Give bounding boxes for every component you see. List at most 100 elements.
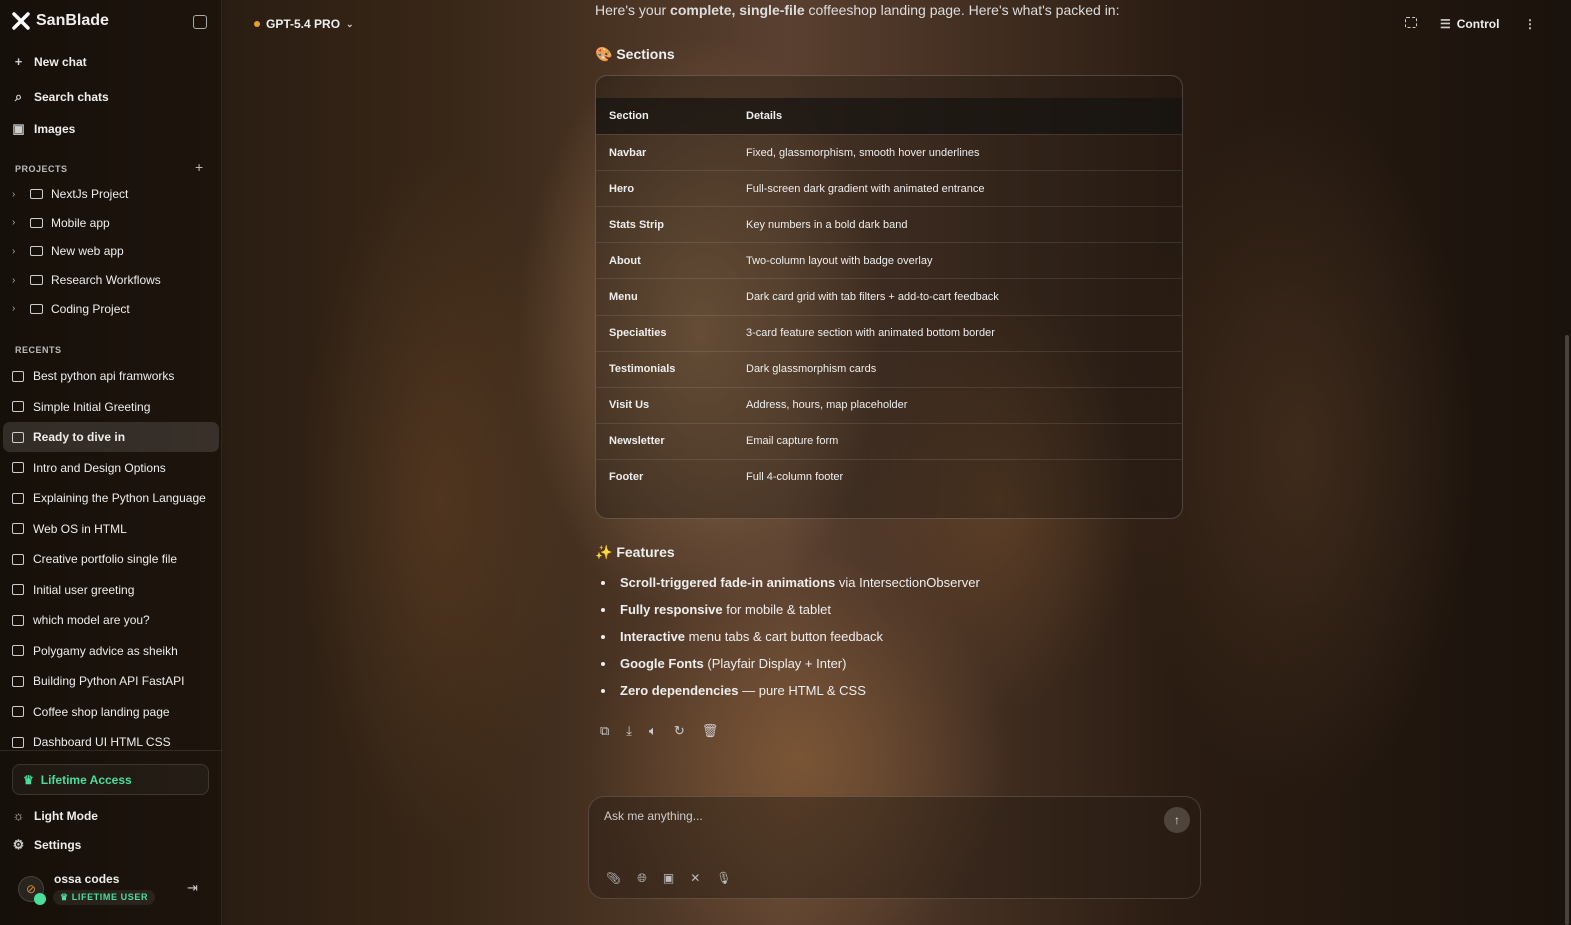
recent-chat-item[interactable]: which model are you?: [3, 605, 219, 635]
recent-chat-item[interactable]: Intro and Design Options: [3, 453, 219, 483]
recent-label: Explaining the Python Language: [33, 491, 206, 505]
table-row: Specialties 3-card feature section with a…: [596, 314, 1182, 351]
recent-chat-item[interactable]: Initial user greeting: [3, 575, 219, 605]
recent-chat-item[interactable]: Best python api framworks: [3, 361, 219, 391]
recent-label: which model are you?: [33, 613, 150, 627]
cell-details: Key numbers in a bold dark band: [746, 218, 908, 231]
nav-search-chats[interactable]: ⌕ Search chats: [12, 89, 109, 105]
recent-label: Dashboard UI HTML CSS: [33, 735, 171, 749]
recent-label: Ready to dive in: [33, 430, 126, 444]
control-button[interactable]: ☰ Control: [1440, 17, 1499, 31]
canvas-icon[interactable]: [1405, 17, 1417, 28]
recent-chat-item[interactable]: Web OS in HTML: [3, 514, 219, 544]
collapse-sidebar-icon[interactable]: [193, 15, 207, 29]
cell-section: Specialties: [609, 327, 667, 339]
cell-section: Stats Strip: [609, 218, 665, 231]
cell-section: Menu: [609, 290, 638, 303]
table-row: Menu Dark card grid with tab filters + ad…: [596, 278, 1182, 314]
chat-bubble-icon: [12, 370, 24, 382]
project-item[interactable]: › Coding Project: [12, 302, 130, 316]
add-project-icon[interactable]: +: [195, 159, 203, 175]
recent-chat-item[interactable]: Creative portfolio single file: [3, 544, 219, 574]
tools-icon[interactable]: ✕: [690, 871, 700, 886]
cell-section: Hero: [609, 182, 635, 195]
logout-icon[interactable]: ⇥: [187, 880, 198, 896]
control-label: Control: [1456, 17, 1500, 31]
table-row: Hero Full-screen dark gradient with anima…: [596, 170, 1182, 206]
folder-icon: [30, 217, 43, 228]
more-options-icon[interactable]: ⋮: [1524, 17, 1536, 31]
nav-images[interactable]: ▣ Images: [12, 121, 75, 137]
recent-chat-item[interactable]: Coffee shop landing page: [3, 697, 219, 727]
chat-bubble-icon: [12, 431, 24, 443]
light-mode-button[interactable]: ☼ Light Mode: [12, 808, 98, 823]
projects-heading: PROJECTS: [15, 164, 68, 174]
image-icon: ▣: [12, 121, 25, 136]
image-icon[interactable]: ▣: [663, 871, 674, 886]
globe-icon[interactable]: 🌐︎: [637, 871, 647, 886]
recent-chat-item[interactable]: Explaining the Python Language: [3, 483, 219, 513]
cell-section: About: [609, 254, 641, 267]
cell-details: Dark card grid with tab filters + add-to…: [746, 290, 999, 303]
settings-label: Settings: [34, 838, 82, 852]
recent-label: Polygamy advice as sheikh: [33, 643, 178, 658]
settings-button[interactable]: ⚙ Settings: [12, 837, 82, 853]
project-item[interactable]: › NextJs Project: [12, 187, 128, 201]
project-item[interactable]: › Mobile app: [12, 216, 110, 230]
download-icon[interactable]: ⤓: [626, 723, 632, 739]
chat-bubble-icon: [12, 614, 24, 626]
chat-bubble-icon: [12, 523, 24, 534]
composer: ↑ 📎︎ 🌐︎ ▣ ✕ 🎙︎: [588, 796, 1201, 899]
light-mode-label: Light Mode: [34, 808, 98, 823]
chevron-right-icon: ›: [12, 245, 16, 257]
feature-item: Scroll-triggered fade-in animations via …: [595, 575, 1185, 602]
copy-icon[interactable]: ⧉: [600, 723, 609, 739]
chevron-right-icon: ›: [12, 188, 16, 200]
folder-icon: [30, 275, 43, 286]
recent-chat-item[interactable]: Simple Initial Greeting: [3, 392, 219, 422]
recent-label: Intro and Design Options: [33, 460, 166, 475]
recent-label: Building Python API FastAPI: [33, 674, 185, 688]
project-item[interactable]: › Research Workflows: [12, 273, 161, 287]
send-button[interactable]: ↑: [1164, 807, 1190, 833]
recent-chat-item[interactable]: Building Python API FastAPI: [3, 666, 219, 696]
project-label: Research Workflows: [51, 273, 161, 288]
table-row: Navbar Fixed, glassmorphism, smooth hover…: [596, 134, 1182, 170]
model-status-dot: [254, 21, 260, 27]
chat-bubble-icon: [12, 553, 24, 565]
recent-label: Creative portfolio single file: [33, 552, 178, 566]
speaker-icon[interactable]: 🔈︎: [649, 723, 657, 739]
cell-section: Visit Us: [609, 399, 650, 412]
chat-bubble-icon: [12, 675, 24, 687]
logo-x-icon: [12, 12, 30, 30]
cell-section: Footer: [609, 471, 644, 484]
cell-details: Fixed, glassmorphism, smooth hover under…: [746, 146, 980, 159]
chat-input[interactable]: [604, 809, 1144, 823]
sidebar: SanBlade + New chat ⌕ Search chats ▣ Images P…: [0, 0, 222, 925]
chat-bubble-icon: [12, 584, 24, 595]
folder-icon: [30, 189, 43, 199]
model-selector[interactable]: GPT-5.4 PRO ⌄: [254, 17, 354, 31]
scrollbar[interactable]: [1565, 335, 1569, 925]
crown-icon: ♛: [23, 772, 34, 787]
chevron-right-icon: ›: [12, 303, 16, 315]
lifetime-access-button[interactable]: ♛ Lifetime Access: [12, 764, 209, 795]
chat-bubble-icon: [12, 401, 24, 412]
nav-new-chat[interactable]: + New chat: [12, 54, 87, 69]
model-name: GPT-5.4 PRO: [266, 17, 341, 31]
attach-icon[interactable]: 📎︎: [606, 871, 621, 886]
project-item[interactable]: › New web app: [12, 244, 124, 258]
recent-chat-item[interactable]: Dashboard UI HTML CSS: [3, 727, 219, 757]
status-dot: [34, 893, 46, 905]
cell-details: Dark glassmorphism cards: [746, 363, 877, 376]
regenerate-icon[interactable]: ↻: [674, 723, 685, 739]
feature-item: Google Fonts (Playfair Display + Inter): [595, 656, 1185, 683]
chat-bubble-icon: [12, 736, 24, 748]
microphone-icon[interactable]: 🎙︎: [716, 871, 731, 886]
feature-item: Zero dependencies — pure HTML & CSS: [595, 683, 1185, 710]
trash-icon[interactable]: 🗑︎: [702, 723, 719, 739]
gear-icon: ⚙: [12, 837, 25, 852]
brand[interactable]: SanBlade: [12, 12, 109, 30]
recent-chat-item[interactable]: Polygamy advice as sheikh: [3, 636, 219, 666]
recent-chat-item[interactable]: Ready to dive in: [3, 422, 219, 452]
